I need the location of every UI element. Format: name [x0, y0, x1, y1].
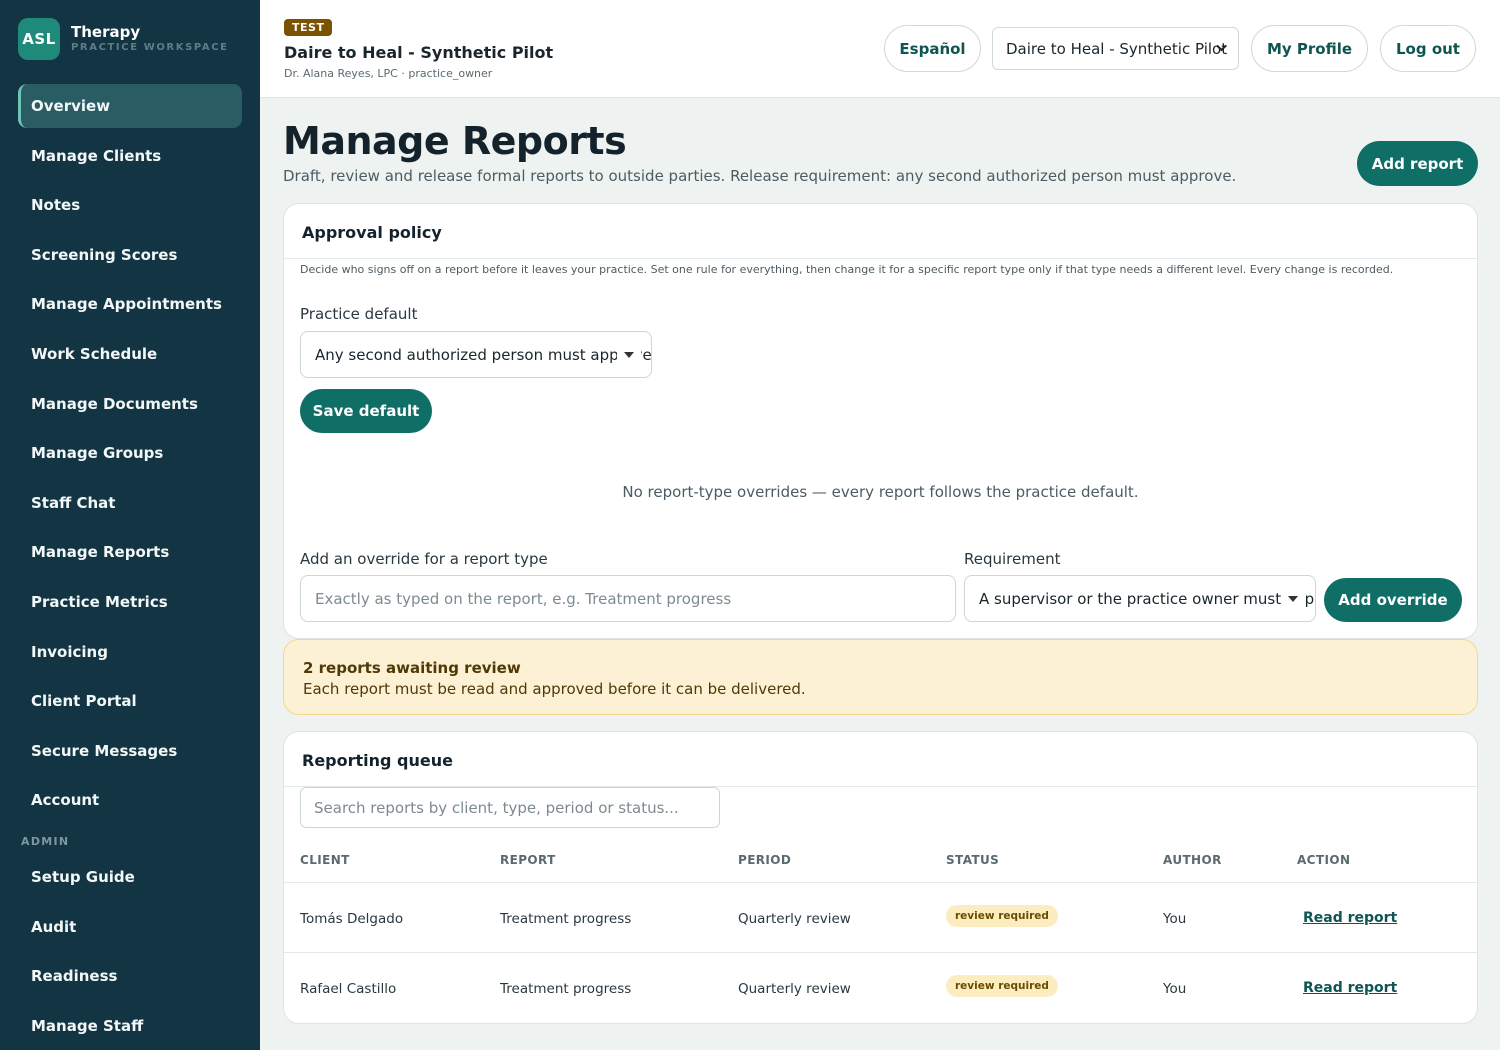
awaiting-review-alert: 2 reports awaiting review Each report mu… — [283, 639, 1478, 715]
approval-policy-title: Approval policy — [302, 223, 442, 242]
cell-period: Quarterly review — [738, 911, 851, 927]
requirement-label: Requirement — [964, 550, 1061, 568]
sidebar-item-work-schedule[interactable]: Work Schedule — [18, 332, 242, 376]
brand-logo: ASL — [18, 18, 60, 60]
page-subtitle: Draft, review and release formal reports… — [283, 167, 1237, 185]
no-overrides-message: No report-type overrides — every report … — [622, 483, 1139, 501]
sidebar-item-manage-appointments[interactable]: Manage Appointments — [18, 282, 242, 326]
sidebar-item-account[interactable]: Account — [18, 778, 242, 822]
cell-report: Treatment progress — [500, 981, 632, 997]
sidebar-item-practice-metrics[interactable]: Practice Metrics — [18, 580, 242, 624]
cell-report: Treatment progress — [500, 911, 632, 927]
test-badge: TEST — [284, 19, 333, 36]
divider — [284, 258, 1477, 259]
chevron-down-icon — [1216, 40, 1227, 56]
practice-default-value: Any second authorized person must approv… — [315, 345, 652, 364]
current-user-line: Dr. Alana Reyes, LPC · practice_owner — [284, 67, 493, 80]
add-override-button[interactable]: Add override — [1324, 578, 1462, 622]
brand-subtitle: PRACTICE WORKSPACE — [71, 42, 229, 53]
reporting-queue-title: Reporting queue — [302, 751, 453, 770]
sidebar-item-readiness[interactable]: Readiness — [18, 954, 242, 998]
sidebar-item-staff-chat[interactable]: Staff Chat — [18, 481, 242, 525]
override-report-type-label: Add an override for a report type — [300, 550, 548, 568]
brand: ASL Therapy PRACTICE WORKSPACE — [18, 18, 229, 60]
cell-client: Rafael Castillo — [300, 981, 397, 997]
sidebar-item-overview[interactable]: Overview — [18, 84, 242, 128]
cell-period: Quarterly review — [738, 981, 851, 997]
page-title: Manage Reports — [283, 119, 627, 163]
read-report-link[interactable]: Read report — [1303, 910, 1397, 926]
language-button[interactable]: Español — [884, 25, 981, 72]
sidebar-nav: Overview Manage Clients Notes Screening … — [18, 84, 242, 1050]
column-header-action: ACTION — [1297, 853, 1351, 867]
brand-name: Therapy — [71, 23, 141, 41]
column-header-period: PERIOD — [738, 853, 792, 867]
practice-select-value: Daire to Heal - Synthetic Pilot — [1006, 39, 1228, 58]
save-default-button[interactable]: Save default — [300, 389, 432, 433]
sidebar-item-invoicing[interactable]: Invoicing — [18, 630, 242, 674]
requirement-select[interactable]: A supervisor or the practice owner must … — [964, 575, 1316, 622]
sidebar-item-manage-documents[interactable]: Manage Documents — [18, 382, 242, 426]
approval-policy-description: Decide who signs off on a report before … — [300, 263, 1394, 276]
my-profile-button[interactable]: My Profile — [1251, 25, 1368, 72]
sidebar-item-manage-clients[interactable]: Manage Clients — [18, 134, 242, 178]
sidebar-section-admin: ADMIN — [21, 834, 70, 848]
sidebar-item-screening-scores[interactable]: Screening Scores — [18, 233, 242, 277]
practice-default-label: Practice default — [300, 305, 418, 323]
alert-title: 2 reports awaiting review — [303, 659, 521, 677]
cell-author: You — [1163, 911, 1187, 927]
practice-name: Daire to Heal - Synthetic Pilot — [284, 43, 554, 62]
practice-default-select[interactable]: Any second authorized person must approv… — [300, 331, 652, 378]
report-search-input[interactable]: Search reports by client, type, period o… — [300, 787, 720, 828]
caret-down-icon — [617, 332, 641, 377]
column-header-report: REPORT — [500, 853, 556, 867]
cell-author: You — [1163, 981, 1187, 997]
read-report-link[interactable]: Read report — [1303, 980, 1397, 996]
table-row: Rafael Castillo Treatment progress Quart… — [284, 952, 1477, 1022]
cell-client: Tomás Delgado — [300, 911, 404, 927]
sidebar-item-audit[interactable]: Audit — [18, 905, 242, 949]
sidebar-item-setup-guide[interactable]: Setup Guide — [18, 855, 242, 899]
log-out-button[interactable]: Log out — [1380, 25, 1476, 72]
sidebar-item-manage-staff[interactable]: Manage Staff — [18, 1004, 242, 1048]
override-report-type-input[interactable]: Exactly as typed on the report, e.g. Tre… — [300, 575, 956, 622]
column-header-author: AUTHOR — [1163, 853, 1222, 867]
sidebar-item-manage-groups[interactable]: Manage Groups — [18, 431, 242, 475]
sidebar-item-manage-reports[interactable]: Manage Reports — [18, 530, 242, 574]
column-header-status: STATUS — [946, 853, 1000, 867]
status-badge: review required — [946, 905, 1058, 927]
reporting-queue-card: Reporting queue Search reports by client… — [283, 731, 1478, 1024]
sidebar-item-client-portal[interactable]: Client Portal — [18, 679, 242, 723]
add-report-button[interactable]: Add report — [1357, 141, 1478, 186]
sidebar: ASL Therapy PRACTICE WORKSPACE Overview … — [0, 0, 260, 1050]
approval-policy-card: Approval policy Decide who signs off on … — [283, 203, 1478, 639]
top-bar: TEST Daire to Heal - Synthetic Pilot Dr.… — [260, 0, 1500, 98]
status-badge: review required — [946, 975, 1058, 997]
column-header-client: CLIENT — [300, 853, 350, 867]
table-row: Tomás Delgado Treatment progress Quarter… — [284, 882, 1477, 952]
alert-text: Each report must be read and approved be… — [303, 680, 806, 698]
sidebar-item-notes[interactable]: Notes — [18, 183, 242, 227]
sidebar-item-secure-messages[interactable]: Secure Messages — [18, 729, 242, 773]
requirement-value: A supervisor or the practice owner must … — [979, 589, 1316, 608]
practice-select[interactable]: Daire to Heal - Synthetic Pilot — [992, 27, 1239, 70]
caret-down-icon — [1281, 576, 1305, 621]
